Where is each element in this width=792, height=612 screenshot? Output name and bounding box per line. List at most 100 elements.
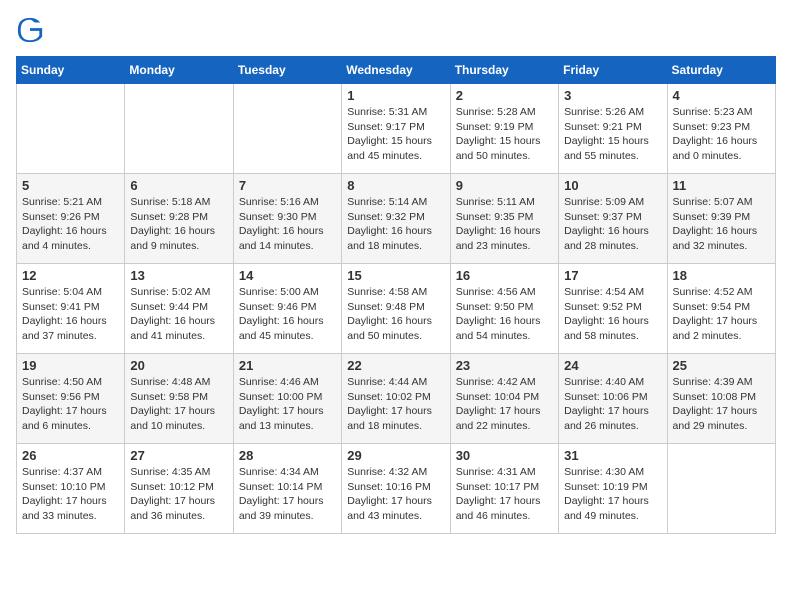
calendar-cell: 17 Sunrise: 4:54 AM Sunset: 9:52 PM Dayli… bbox=[559, 264, 667, 354]
day-number: 6 bbox=[130, 178, 227, 193]
calendar-cell: 8Sunrise: 5:14 AM Sunset: 9:32 PM Daylig… bbox=[342, 174, 450, 264]
day-info: Sunrise: 4:34 AM Sunset: 10:14 PM Daylig… bbox=[239, 465, 336, 524]
day-number: 16 bbox=[456, 268, 553, 283]
calendar-cell: 21 Sunrise: 4:46 AM Sunset: 10:00 PM Dayl… bbox=[233, 354, 341, 444]
weekday-header: Monday bbox=[125, 57, 233, 84]
calendar-cell: 29 Sunrise: 4:32 AM Sunset: 10:16 PM Dayl… bbox=[342, 444, 450, 534]
day-number: 20 bbox=[130, 358, 227, 373]
calendar-week-row: 26 Sunrise: 4:37 AM Sunset: 10:10 PM Dayl… bbox=[17, 444, 776, 534]
day-info: Sunrise: 4:52 AM Sunset: 9:54 PM Dayligh… bbox=[673, 285, 770, 344]
day-number: 5 bbox=[22, 178, 119, 193]
calendar-week-row: 12 Sunrise: 5:04 AM Sunset: 9:41 PM Dayli… bbox=[17, 264, 776, 354]
calendar-cell: 15Sunrise: 4:58 AM Sunset: 9:48 PM Dayli… bbox=[342, 264, 450, 354]
day-info: Sunrise: 4:56 AM Sunset: 9:50 PM Dayligh… bbox=[456, 285, 553, 344]
day-number: 18 bbox=[673, 268, 770, 283]
day-number: 26 bbox=[22, 448, 119, 463]
weekday-header: Saturday bbox=[667, 57, 775, 84]
calendar-cell: 5 Sunrise: 5:21 AM Sunset: 9:26 PM Daylig… bbox=[17, 174, 125, 264]
day-number: 19 bbox=[22, 358, 119, 373]
day-info: Sunrise: 4:31 AM Sunset: 10:17 PM Daylig… bbox=[456, 465, 553, 524]
day-number: 25 bbox=[673, 358, 770, 373]
day-info: Sunrise: 4:44 AM Sunset: 10:02 PM Daylig… bbox=[347, 375, 444, 434]
day-info: Sunrise: 5:16 AM Sunset: 9:30 PM Dayligh… bbox=[239, 195, 336, 254]
calendar-cell: 18 Sunrise: 4:52 AM Sunset: 9:54 PM Dayli… bbox=[667, 264, 775, 354]
calendar-week-row: 5 Sunrise: 5:21 AM Sunset: 9:26 PM Daylig… bbox=[17, 174, 776, 264]
day-number: 30 bbox=[456, 448, 553, 463]
day-info: Sunrise: 4:32 AM Sunset: 10:16 PM Daylig… bbox=[347, 465, 444, 524]
calendar-cell: 6 Sunrise: 5:18 AM Sunset: 9:28 PM Daylig… bbox=[125, 174, 233, 264]
day-info: Sunrise: 5:02 AM Sunset: 9:44 PM Dayligh… bbox=[130, 285, 227, 344]
day-number: 4 bbox=[673, 88, 770, 103]
calendar-cell bbox=[125, 84, 233, 174]
calendar-week-row: 1Sunrise: 5:31 AM Sunset: 9:17 PM Daylig… bbox=[17, 84, 776, 174]
day-number: 7 bbox=[239, 178, 336, 193]
day-number: 24 bbox=[564, 358, 661, 373]
logo bbox=[16, 16, 48, 44]
calendar-header-row: SundayMondayTuesdayWednesdayThursdayFrid… bbox=[17, 57, 776, 84]
day-number: 22 bbox=[347, 358, 444, 373]
day-info: Sunrise: 4:54 AM Sunset: 9:52 PM Dayligh… bbox=[564, 285, 661, 344]
calendar-cell: 14Sunrise: 5:00 AM Sunset: 9:46 PM Dayli… bbox=[233, 264, 341, 354]
day-info: Sunrise: 4:48 AM Sunset: 9:58 PM Dayligh… bbox=[130, 375, 227, 434]
day-info: Sunrise: 4:50 AM Sunset: 9:56 PM Dayligh… bbox=[22, 375, 119, 434]
calendar-cell: 11 Sunrise: 5:07 AM Sunset: 9:39 PM Dayli… bbox=[667, 174, 775, 264]
day-info: Sunrise: 5:21 AM Sunset: 9:26 PM Dayligh… bbox=[22, 195, 119, 254]
day-number: 31 bbox=[564, 448, 661, 463]
day-info: Sunrise: 4:37 AM Sunset: 10:10 PM Daylig… bbox=[22, 465, 119, 524]
day-number: 8 bbox=[347, 178, 444, 193]
day-info: Sunrise: 5:04 AM Sunset: 9:41 PM Dayligh… bbox=[22, 285, 119, 344]
day-number: 9 bbox=[456, 178, 553, 193]
calendar-cell: 7 Sunrise: 5:16 AM Sunset: 9:30 PM Daylig… bbox=[233, 174, 341, 264]
calendar-cell: 22 Sunrise: 4:44 AM Sunset: 10:02 PM Dayl… bbox=[342, 354, 450, 444]
calendar-table: SundayMondayTuesdayWednesdayThursdayFrid… bbox=[16, 56, 776, 534]
day-info: Sunrise: 5:28 AM Sunset: 9:19 PM Dayligh… bbox=[456, 105, 553, 164]
day-info: Sunrise: 5:11 AM Sunset: 9:35 PM Dayligh… bbox=[456, 195, 553, 254]
calendar-week-row: 19 Sunrise: 4:50 AM Sunset: 9:56 PM Dayli… bbox=[17, 354, 776, 444]
day-number: 10 bbox=[564, 178, 661, 193]
day-number: 12 bbox=[22, 268, 119, 283]
weekday-header: Wednesday bbox=[342, 57, 450, 84]
weekday-header: Friday bbox=[559, 57, 667, 84]
day-number: 3 bbox=[564, 88, 661, 103]
day-number: 2 bbox=[456, 88, 553, 103]
day-info: Sunrise: 4:46 AM Sunset: 10:00 PM Daylig… bbox=[239, 375, 336, 434]
calendar-cell: 24 Sunrise: 4:40 AM Sunset: 10:06 PM Dayl… bbox=[559, 354, 667, 444]
page-header bbox=[16, 16, 776, 44]
day-info: Sunrise: 4:39 AM Sunset: 10:08 PM Daylig… bbox=[673, 375, 770, 434]
calendar-cell bbox=[233, 84, 341, 174]
day-number: 11 bbox=[673, 178, 770, 193]
calendar-cell: 2 Sunrise: 5:28 AM Sunset: 9:19 PM Daylig… bbox=[450, 84, 558, 174]
calendar-cell: 20 Sunrise: 4:48 AM Sunset: 9:58 PM Dayli… bbox=[125, 354, 233, 444]
day-info: Sunrise: 5:09 AM Sunset: 9:37 PM Dayligh… bbox=[564, 195, 661, 254]
day-info: Sunrise: 4:35 AM Sunset: 10:12 PM Daylig… bbox=[130, 465, 227, 524]
day-info: Sunrise: 5:07 AM Sunset: 9:39 PM Dayligh… bbox=[673, 195, 770, 254]
calendar-cell: 9 Sunrise: 5:11 AM Sunset: 9:35 PM Daylig… bbox=[450, 174, 558, 264]
day-info: Sunrise: 5:31 AM Sunset: 9:17 PM Dayligh… bbox=[347, 105, 444, 164]
day-number: 29 bbox=[347, 448, 444, 463]
day-number: 15 bbox=[347, 268, 444, 283]
calendar-cell: 3Sunrise: 5:26 AM Sunset: 9:21 PM Daylig… bbox=[559, 84, 667, 174]
calendar-cell: 12 Sunrise: 5:04 AM Sunset: 9:41 PM Dayli… bbox=[17, 264, 125, 354]
day-info: Sunrise: 5:00 AM Sunset: 9:46 PM Dayligh… bbox=[239, 285, 336, 344]
day-info: Sunrise: 4:40 AM Sunset: 10:06 PM Daylig… bbox=[564, 375, 661, 434]
calendar-cell: 30 Sunrise: 4:31 AM Sunset: 10:17 PM Dayl… bbox=[450, 444, 558, 534]
day-info: Sunrise: 4:42 AM Sunset: 10:04 PM Daylig… bbox=[456, 375, 553, 434]
day-number: 28 bbox=[239, 448, 336, 463]
day-number: 13 bbox=[130, 268, 227, 283]
day-number: 17 bbox=[564, 268, 661, 283]
calendar-cell: 1Sunrise: 5:31 AM Sunset: 9:17 PM Daylig… bbox=[342, 84, 450, 174]
calendar-cell bbox=[667, 444, 775, 534]
logo-icon bbox=[16, 16, 44, 44]
weekday-header: Sunday bbox=[17, 57, 125, 84]
calendar-cell: 31Sunrise: 4:30 AM Sunset: 10:19 PM Dayl… bbox=[559, 444, 667, 534]
day-number: 23 bbox=[456, 358, 553, 373]
day-number: 21 bbox=[239, 358, 336, 373]
day-info: Sunrise: 5:23 AM Sunset: 9:23 PM Dayligh… bbox=[673, 105, 770, 164]
day-info: Sunrise: 5:18 AM Sunset: 9:28 PM Dayligh… bbox=[130, 195, 227, 254]
day-number: 27 bbox=[130, 448, 227, 463]
calendar-cell: 16 Sunrise: 4:56 AM Sunset: 9:50 PM Dayli… bbox=[450, 264, 558, 354]
calendar-cell: 23 Sunrise: 4:42 AM Sunset: 10:04 PM Dayl… bbox=[450, 354, 558, 444]
calendar-cell: 27 Sunrise: 4:35 AM Sunset: 10:12 PM Dayl… bbox=[125, 444, 233, 534]
calendar-cell: 25 Sunrise: 4:39 AM Sunset: 10:08 PM Dayl… bbox=[667, 354, 775, 444]
calendar-cell: 28 Sunrise: 4:34 AM Sunset: 10:14 PM Dayl… bbox=[233, 444, 341, 534]
